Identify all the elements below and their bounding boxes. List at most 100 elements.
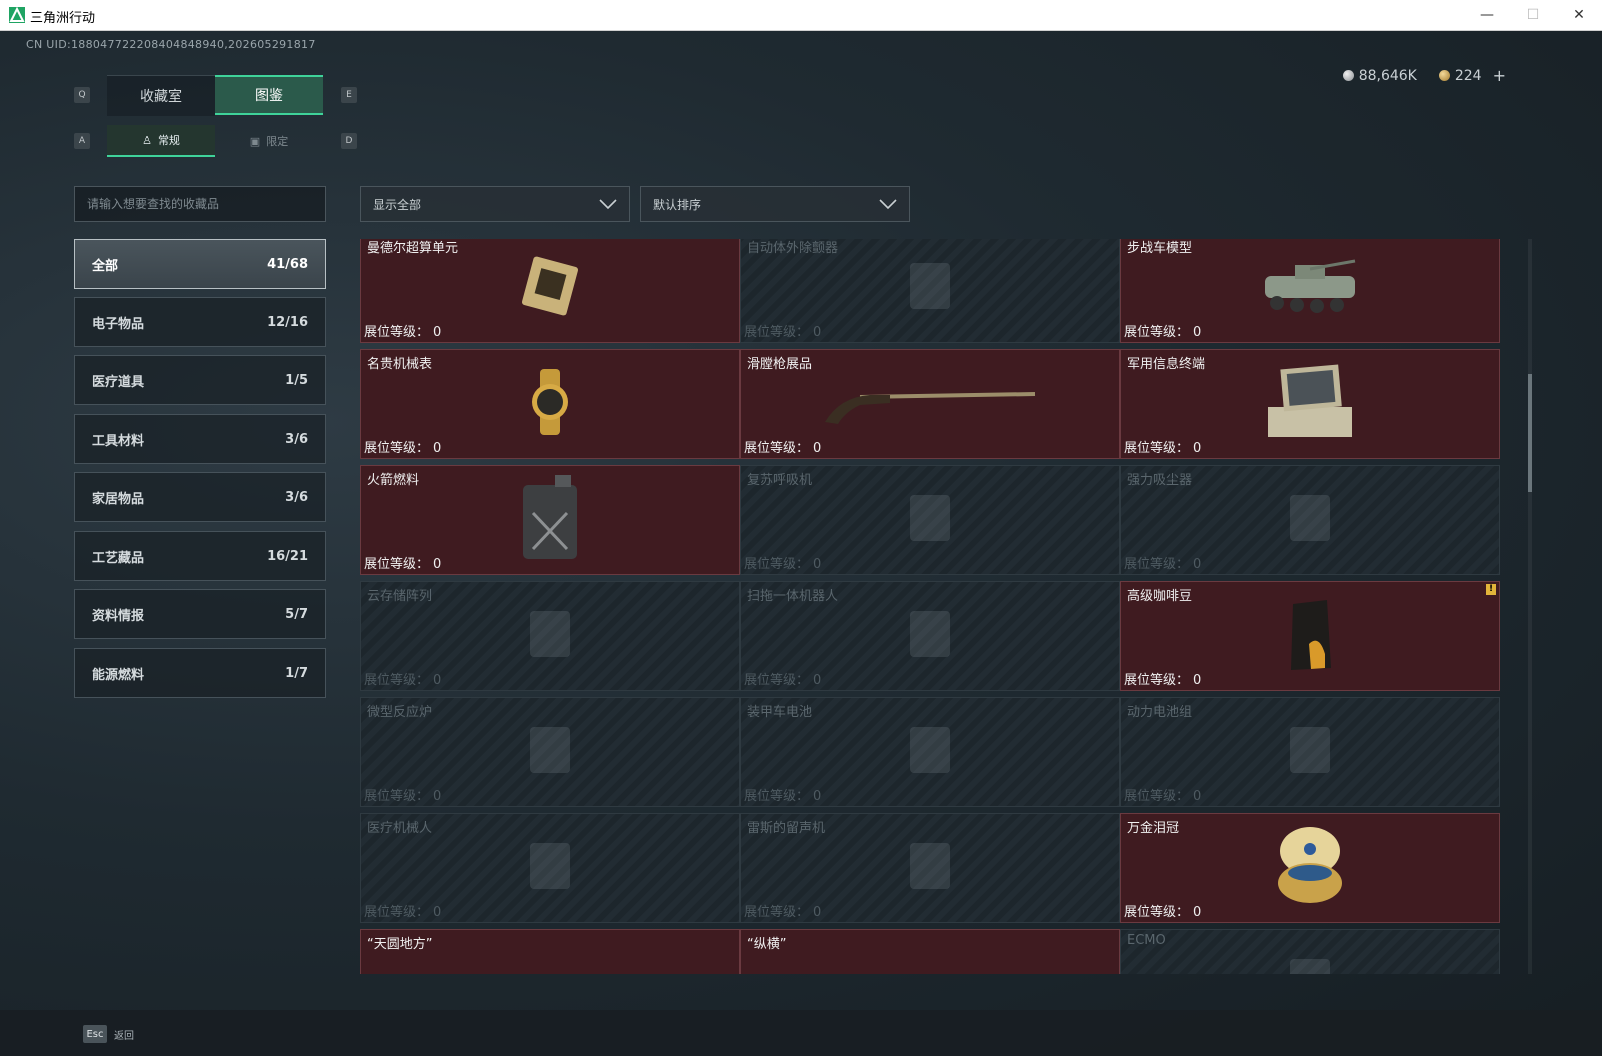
item-level: 展位等级： 0	[1124, 785, 1201, 804]
category-energy[interactable]: 能源燃料 1/7	[74, 648, 326, 698]
collection-item-card[interactable]: 云存储阵列 展位等级： 0	[360, 581, 740, 691]
ifv-model-icon	[1255, 251, 1365, 325]
collection-item-card[interactable]: 万金泪冠 展位等级： 0	[1120, 813, 1500, 923]
collection-item-card[interactable]: ECMO展位等级：0	[1120, 929, 1500, 974]
tab-limited[interactable]: ▣ 限定	[215, 125, 323, 157]
collection-item-card[interactable]: 军用信息终端展位等级： 0	[1120, 349, 1500, 459]
category-medical[interactable]: 医疗道具 1/5	[74, 355, 326, 405]
terminal-icon	[1260, 362, 1360, 446]
vacuum-icon	[1275, 483, 1345, 557]
item-name: 滑膛枪展品	[747, 357, 813, 372]
level-label: 展位等级：	[364, 441, 430, 456]
chevron-down-icon	[879, 199, 897, 210]
item-name: 强力吸尘器	[1127, 473, 1193, 488]
window-title: 三角洲行动	[30, 11, 96, 26]
chip-icon	[515, 251, 585, 325]
collection-item-card[interactable]: 名贵机械表 展位等级： 0	[360, 349, 740, 459]
item-name: 装甲车电池	[747, 705, 813, 720]
level-value: 0	[433, 557, 442, 572]
collection-item-card[interactable]: 高级咖啡豆 展位等级： 0!	[1120, 581, 1500, 691]
gold-amount: 224	[1454, 67, 1482, 84]
category-label: 家居物品	[92, 491, 145, 507]
category-count: 41/68	[267, 256, 308, 272]
level-label: 展位等级：	[364, 325, 430, 340]
silver-currency: 88,646K	[1342, 66, 1417, 85]
collection-item-card[interactable]: 强力吸尘器展位等级： 0	[1120, 465, 1500, 575]
sort-value: 默认排序	[653, 197, 702, 212]
collection-item-card[interactable]: 复苏呼吸机展位等级： 0	[740, 465, 1120, 575]
add-currency-button[interactable]: +	[1493, 66, 1506, 85]
item-level: 展位等级： 0	[1124, 321, 1201, 340]
tab-regular[interactable]: ♙ 常规	[107, 125, 215, 157]
collection-item-card[interactable]: 滑膛枪展品 展位等级： 0	[740, 349, 1120, 459]
key-hint-q: Q	[74, 87, 90, 103]
search-input[interactable]	[75, 187, 325, 221]
display-filter-dropdown[interactable]: 显示全部	[360, 186, 630, 222]
minimize-button[interactable]: —	[1464, 0, 1510, 30]
collection-item-card[interactable]: 雷斯的留声机展位等级： 0	[740, 813, 1120, 923]
category-count: 3/6	[285, 489, 308, 505]
collection-item-card[interactable]: 曼德尔超算单元 展位等级： 0	[360, 239, 740, 343]
collection-item-card[interactable]: 医疗机械人展位等级： 0	[360, 813, 740, 923]
currency-bar: 88,646K 224 +	[1342, 66, 1506, 85]
category-crafts[interactable]: 工艺藏品 16/21	[74, 531, 326, 581]
level-label: 展位等级：	[364, 557, 430, 572]
level-value: 0	[1193, 789, 1202, 804]
collection-item-card[interactable]: 自动体外除颤器 展位等级： 0	[740, 239, 1120, 343]
collection-item-card[interactable]: 火箭燃料 展位等级： 0	[360, 465, 740, 575]
collection-item-card[interactable]: 扫拖一体机器人 展位等级： 0	[740, 581, 1120, 691]
musket-icon	[820, 377, 1040, 431]
sort-dropdown[interactable]: 默认排序	[640, 186, 910, 222]
coffee-bag-icon	[1285, 594, 1335, 678]
level-value: 0	[1193, 905, 1202, 920]
level-value: 0	[813, 557, 822, 572]
key-hint-a: A	[74, 133, 90, 149]
level-value: 0	[1193, 673, 1202, 688]
level-value: 0	[1193, 441, 1202, 456]
category-household[interactable]: 家居物品 3/6	[74, 472, 326, 522]
category-all[interactable]: 全部 41/68	[74, 239, 326, 289]
category-tools[interactable]: 工具材料 3/6	[74, 414, 326, 464]
user-uid: CN UID:188047722208404848940,20260529181…	[26, 38, 316, 51]
item-name: 名贵机械表	[367, 357, 433, 372]
collection-item-card[interactable]: 装甲车电池 展位等级： 0	[740, 697, 1120, 807]
item-level: 展位等级： 0	[1124, 553, 1201, 572]
category-electronics[interactable]: 电子物品 12/16	[74, 297, 326, 347]
close-button[interactable]: ✕	[1556, 0, 1602, 30]
collection-item-card[interactable]: 微型反应炉 展位等级： 0	[360, 697, 740, 807]
maximize-button[interactable]: ☐	[1510, 0, 1556, 30]
collection-item-card[interactable]: 动力电池组 展位等级： 0	[1120, 697, 1500, 807]
collection-item-card[interactable]: “天圆地方”展位等级：0	[360, 929, 740, 974]
item-name: 步战车模型	[1127, 241, 1193, 256]
scrollbar-thumb[interactable]	[1528, 374, 1532, 492]
item-level: 展位等级： 0	[744, 901, 821, 920]
tab-regular-label: 常规	[157, 134, 180, 147]
tab-limited-label: 限定	[266, 135, 289, 148]
collection-item-card[interactable]: 步战车模型展位等级： 0	[1120, 239, 1500, 343]
robot-vacuum-icon	[895, 599, 965, 673]
display-filter-value: 显示全部	[373, 197, 422, 212]
collection-grid: 曼德尔超算单元 展位等级： 0 自动体外除颤器 展位等级： 0 步战车模型 展位等级： 0 名贵机…	[360, 239, 1525, 974]
item-level: 展位等级： 0	[364, 901, 441, 920]
tab-collection-room[interactable]: 收藏室	[107, 75, 215, 116]
collection-item-card[interactable]: “纵横”展位等级：0	[740, 929, 1120, 974]
item-name: 军用信息终端	[1127, 357, 1206, 372]
item-level: 展位等级： 0	[744, 553, 821, 572]
item-name: 雷斯的留声机	[747, 821, 826, 836]
grid-scrollbar[interactable]	[1528, 239, 1532, 974]
level-label: 展位等级：	[744, 441, 810, 456]
level-label: 展位等级：	[364, 905, 430, 920]
category-intel[interactable]: 资料情报 5/7	[74, 589, 326, 639]
back-label[interactable]: 返回	[114, 1027, 134, 1042]
item-name: 医疗机械人	[367, 821, 433, 836]
item-level: 展位等级： 0	[1124, 437, 1201, 456]
category-count: 1/5	[285, 372, 308, 388]
ecmo-icon	[1275, 947, 1345, 974]
window-titlebar: 三角洲行动 — ☐ ✕	[0, 0, 1602, 31]
esc-key-button[interactable]: Esc	[83, 1025, 107, 1043]
tab-catalog[interactable]: 图鉴	[215, 75, 323, 115]
level-value: 0	[433, 905, 442, 920]
level-label: 展位等级：	[364, 789, 430, 804]
item-name: 复苏呼吸机	[747, 473, 813, 488]
gold-coin-icon	[1438, 70, 1450, 81]
